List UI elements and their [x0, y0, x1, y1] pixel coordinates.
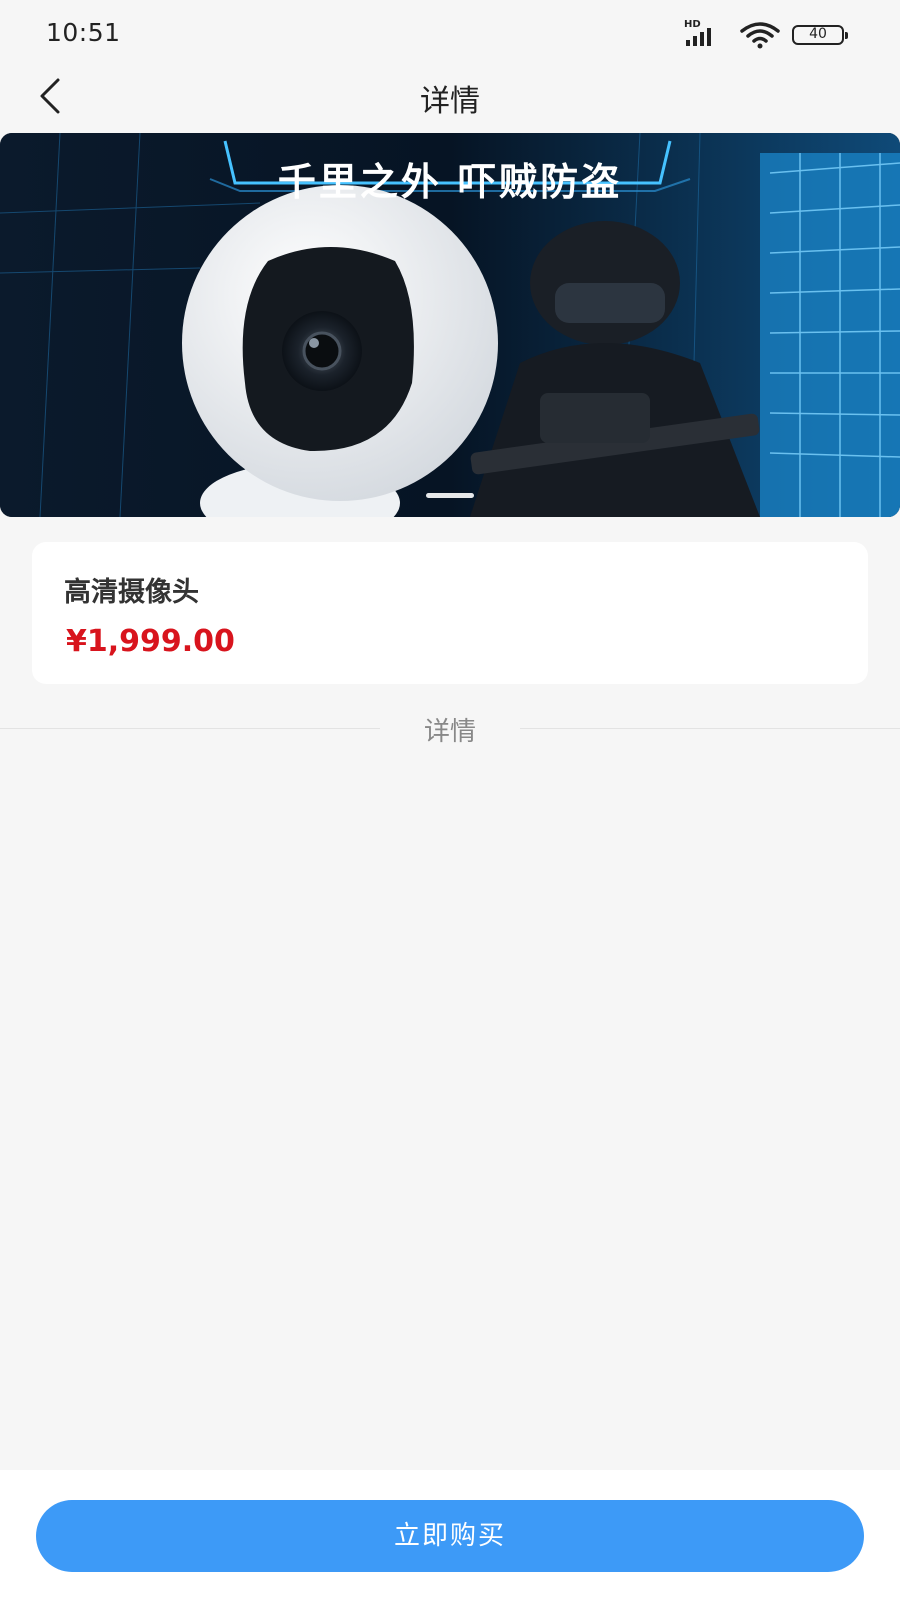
status-icons: HD 40: [684, 19, 848, 50]
battery-level: 40: [809, 26, 827, 42]
banner-page-indicator: [426, 493, 474, 498]
product-banner[interactable]: 千里之外 吓贼防盗: [0, 133, 900, 517]
status-time: 10:51: [46, 18, 121, 47]
status-bar: 10:51 HD 40: [0, 0, 900, 64]
product-card: 高清摄像头 ¥1,999.00: [32, 542, 868, 684]
wifi-icon: [740, 22, 780, 49]
banner-headline: 千里之外 吓贼防盗: [277, 160, 623, 204]
product-name: 高清摄像头: [64, 577, 199, 608]
product-price: ¥1,999.00: [66, 624, 235, 659]
buy-now-button[interactable]: 立即购买: [36, 1500, 864, 1572]
navigation-bar: 详情: [0, 64, 900, 128]
signal-icon: HD: [684, 19, 728, 49]
battery-icon: 40: [792, 25, 848, 45]
page-title: 详情: [420, 84, 480, 119]
details-section-label: 详情: [380, 711, 520, 748]
bottom-action-bar: 立即购买: [0, 1470, 900, 1600]
